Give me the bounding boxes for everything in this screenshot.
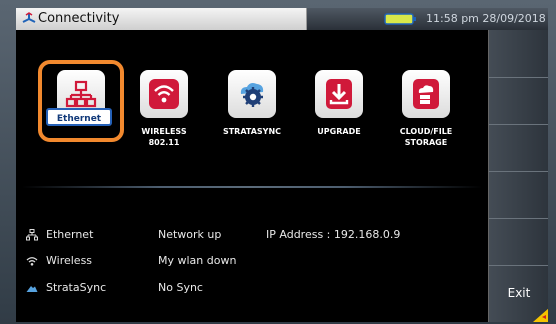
status-row-status: No Sync xyxy=(158,281,203,294)
tile-cloud-file-storage[interactable] xyxy=(402,70,450,118)
softkey-4[interactable] xyxy=(489,171,548,219)
status-notch xyxy=(222,8,306,30)
status-row-name: StrataSync xyxy=(46,281,107,294)
softkey-5[interactable] xyxy=(489,218,548,266)
softkey-3[interactable] xyxy=(489,124,548,172)
tile-cloud-file-storage-label[interactable]: CLOUD/FILE STORAGE xyxy=(386,126,466,148)
status-row-status: My wlan down xyxy=(158,254,237,267)
tile-upgrade[interactable] xyxy=(315,70,363,118)
status-row-stratasync: StrataSync No Sync xyxy=(16,279,488,299)
ethernet-icon xyxy=(26,229,38,241)
tile-wireless[interactable] xyxy=(140,70,188,118)
tile-wireless-label[interactable]: WIRELESS 802.11 xyxy=(124,126,204,148)
cloud-icon xyxy=(26,286,38,292)
wireless-wifi-icon xyxy=(149,79,179,109)
screen: Connectivity DC 11:58 pm 28/09/2018 xyxy=(16,8,548,322)
divider xyxy=(22,186,482,188)
softkey-1[interactable] xyxy=(489,30,548,78)
status-row-name: Wireless xyxy=(46,254,93,267)
title-bar: Connectivity DC 11:58 pm 28/09/2018 xyxy=(16,8,548,31)
wifi-icon xyxy=(26,257,38,266)
battery-icon xyxy=(384,13,416,25)
stratasync-cloud-gear-icon xyxy=(240,83,264,107)
page-title: Connectivity xyxy=(38,11,120,26)
clock: 11:58 pm 28/09/2018 xyxy=(426,12,546,25)
upgrade-download-icon xyxy=(326,79,352,109)
status-row-ethernet: Ethernet Network up IP Address : 192.168… xyxy=(16,226,488,246)
status-row-wireless: Wireless My wlan down xyxy=(16,252,488,272)
tile-ethernet-label[interactable]: Ethernet xyxy=(46,108,112,126)
status-row-name: Ethernet xyxy=(46,228,94,241)
exit-label: Exit xyxy=(507,286,531,300)
ethernet-network-icon xyxy=(65,80,97,108)
cloud-file-storage-icon xyxy=(413,79,439,109)
tile-stratasync[interactable] xyxy=(228,70,276,118)
tile-stratasync-label[interactable]: STRATASYNC xyxy=(212,126,292,137)
tile-upgrade-label[interactable]: UPGRADE xyxy=(299,126,379,137)
connectivity-icon xyxy=(22,12,36,23)
device-frame: Connectivity DC 11:58 pm 28/09/2018 xyxy=(0,0,556,324)
main-panel: Ethernet WIRELESS 802.11 STRATASYNC UPGR… xyxy=(16,30,488,322)
softkey-sidebar: Exit xyxy=(488,30,548,322)
softkey-2[interactable] xyxy=(489,77,548,125)
status-row-status: Network up xyxy=(158,228,222,241)
exit-button[interactable]: Exit xyxy=(489,266,548,322)
ip-address: IP Address : 192.168.0.9 xyxy=(266,228,401,241)
corner-arrow-icon xyxy=(533,308,548,322)
